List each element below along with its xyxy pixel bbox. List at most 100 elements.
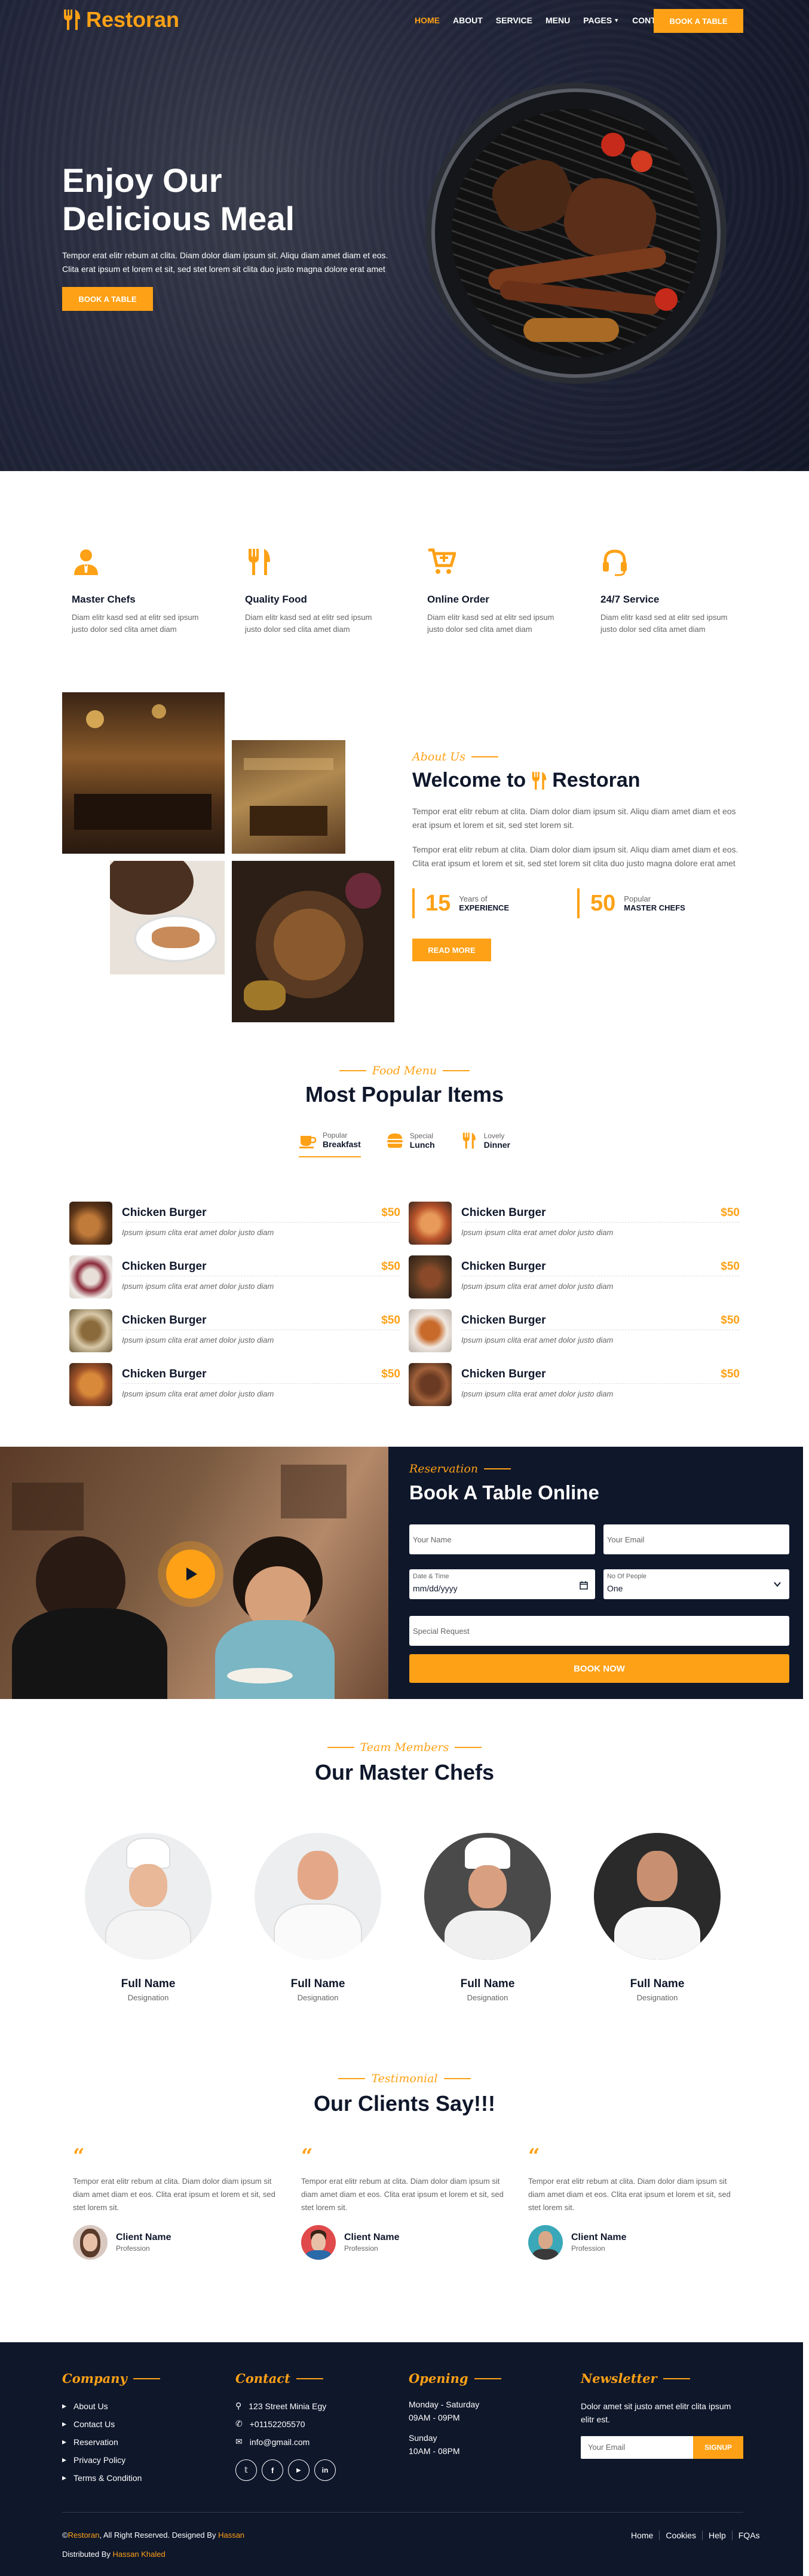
youtube-button[interactable]: ▶ — [288, 2459, 309, 2481]
reservation-title: Book A Table Online — [409, 1481, 599, 1504]
chevron-right-icon: ▸ — [62, 2419, 67, 2428]
footer-menu-fqas[interactable]: FQAs — [733, 2531, 760, 2540]
footer-link-privacy[interactable]: ▸ Privacy Policy — [62, 2455, 125, 2465]
chef-designation: Designation — [127, 1993, 169, 2002]
footer-divider — [62, 2512, 743, 2513]
about-photo-plated-dish — [110, 861, 225, 974]
menu-item-image — [69, 1202, 112, 1245]
logo[interactable]: Restoran — [62, 7, 179, 32]
menu-tabs: Popular Breakfast Special Lunch Lovely Dinn… — [299, 1131, 510, 1157]
menu-item[interactable]: Chicken Burger $50 Ipsum ipsum clita era… — [409, 1363, 740, 1406]
menu-item[interactable]: Chicken Burger $50 Ipsum ipsum clita era… — [69, 1363, 400, 1406]
nav-service[interactable]: Service — [496, 16, 532, 25]
read-more-button[interactable]: Read More — [412, 939, 491, 961]
about-photo-food-spread — [232, 861, 394, 1022]
hamburger-icon — [387, 1133, 403, 1148]
people-value: One — [607, 1584, 623, 1593]
special-request-field[interactable]: Special Request — [409, 1616, 789, 1646]
nav-home[interactable]: Home — [415, 16, 440, 25]
linkedin-button[interactable]: in — [314, 2459, 336, 2481]
facebook-button[interactable]: f — [262, 2459, 283, 2481]
datetime-field[interactable]: Date & Time mm/dd/yyyy — [409, 1569, 595, 1599]
twitter-button[interactable]: 𝕥 — [235, 2459, 257, 2481]
nav-about[interactable]: About — [453, 16, 483, 25]
chef-name: Full Name — [121, 1978, 176, 1990]
chef-photo — [85, 1833, 212, 1960]
menu-item-image — [409, 1309, 452, 1352]
menu-item-image — [69, 1309, 112, 1352]
footer-link-reservation[interactable]: ▸ Reservation — [62, 2437, 118, 2447]
footer-menu-cookies[interactable]: Cookies — [660, 2531, 703, 2540]
nav-menu[interactable]: Menu — [546, 16, 570, 25]
about-title-brand: Restoran — [552, 769, 641, 792]
menu-item[interactable]: Chicken Burger $50 Ipsum ipsum clita era… — [409, 1255, 740, 1298]
book-now-button[interactable]: Book Now — [409, 1654, 789, 1683]
chef-name: Full Name — [290, 1978, 345, 1990]
service-text: Diam elitr kasd sed at elitr sed ipsum j… — [427, 613, 554, 634]
menu-item-name: Chicken Burger — [461, 1260, 546, 1273]
subtitle-line — [327, 1747, 354, 1748]
footer-link-contact[interactable]: ▸ Contact Us — [62, 2419, 115, 2429]
tab-lunch[interactable]: Special Lunch — [386, 1131, 435, 1157]
menu-item[interactable]: Chicken Burger $50 Ipsum ipsum clita era… — [69, 1202, 400, 1245]
cart-plus-icon — [428, 548, 457, 574]
menu-item-description: Ipsum ipsum clita erat amet dolor justo … — [122, 1228, 274, 1237]
team-member: Full Name Designation — [85, 1833, 212, 2002]
menu-item[interactable]: Chicken Burger $50 Ipsum ipsum clita era… — [69, 1255, 400, 1298]
nav-book-button[interactable]: Book A Table — [654, 9, 743, 33]
tab-big-label: Breakfast — [323, 1139, 361, 1149]
stat-big-label: Master Chefs — [624, 903, 685, 912]
chef-designation: Designation — [636, 1993, 678, 2002]
reservation-form: Reservation Book A Table Online Your Nam… — [388, 1447, 803, 1699]
footer-address-text: 123 Street Minia Egy — [249, 2401, 327, 2411]
chef-designation: Designation — [467, 1993, 508, 2002]
footer-link-terms[interactable]: ▸ Terms & Condition — [62, 2473, 142, 2483]
distributor-link[interactable]: Hassan Khaled — [113, 2550, 166, 2559]
service-title: Quality Food — [245, 594, 307, 605]
client-avatar — [301, 2225, 336, 2260]
play-button[interactable] — [166, 1550, 215, 1599]
footer-email: ✉ info@gmail.com — [235, 2437, 309, 2447]
name-placeholder: Your Name — [413, 1535, 452, 1544]
tab-big-label: Lunch — [409, 1140, 435, 1150]
menu-item-name: Chicken Burger — [122, 1260, 207, 1273]
copyright-brand-link[interactable]: Restoran — [68, 2531, 100, 2540]
signup-button[interactable]: SignUp — [693, 2436, 743, 2459]
menu-item-image — [409, 1202, 452, 1245]
footer-link-about[interactable]: ▸ About Us — [62, 2401, 108, 2411]
designer-link[interactable]: Hassan — [218, 2531, 244, 2540]
hero-book-button[interactable]: Book A Table — [62, 287, 153, 311]
service-text: Diam elitr kasd sed at elitr sed ipsum j… — [72, 613, 199, 634]
email-field[interactable]: Your Email — [603, 1524, 789, 1554]
footer-menu-help[interactable]: Help — [703, 2531, 733, 2540]
quote-icon: “ — [73, 2144, 85, 2168]
menu-item-image — [69, 1255, 112, 1298]
subtitle-line — [133, 2378, 160, 2379]
menu-item[interactable]: Chicken Burger $50 Ipsum ipsum clita era… — [69, 1309, 400, 1352]
people-label: No Of People — [607, 1573, 647, 1580]
menu-item[interactable]: Chicken Burger $50 Ipsum ipsum clita era… — [409, 1309, 740, 1352]
footer-menu-home[interactable]: Home — [625, 2531, 660, 2540]
tab-breakfast[interactable]: Popular Breakfast — [299, 1131, 361, 1157]
newsletter-email-input[interactable]: Your Email — [581, 2436, 694, 2459]
people-select[interactable]: No Of People One — [603, 1569, 789, 1599]
menu-item-price: $50 — [381, 1260, 400, 1273]
subtitle-line — [484, 1468, 511, 1469]
hero-title-line1: Enjoy Our — [62, 161, 222, 199]
menu-item[interactable]: Chicken Burger $50 Ipsum ipsum clita era… — [409, 1202, 740, 1245]
tab-dinner[interactable]: Lovely Dinner — [460, 1131, 510, 1157]
menu-item-price: $50 — [381, 1368, 400, 1380]
about-title-prefix: Welcome to — [412, 769, 526, 792]
utensils-icon — [64, 10, 80, 30]
youtube-icon: ▶ — [296, 2467, 301, 2474]
utensils-icon — [462, 1132, 476, 1149]
nav-pages-dropdown[interactable]: Pages ▼ — [583, 16, 619, 25]
name-field[interactable]: Your Name — [409, 1524, 595, 1554]
footer-phone: ✆ +01152205570 — [235, 2419, 305, 2429]
client: Client Name Profession — [528, 2225, 731, 2260]
facebook-icon: f — [271, 2465, 274, 2475]
about-paragraph-2: Tempor erat elitr rebum at clita. Diam d… — [412, 845, 738, 868]
footer-link-label: Terms & Condition — [73, 2473, 142, 2483]
service-24-7: 24/7 Service Diam elitr kasd sed at elit… — [600, 548, 744, 635]
service-text: Diam elitr kasd sed at elitr sed ipsum j… — [245, 613, 372, 634]
